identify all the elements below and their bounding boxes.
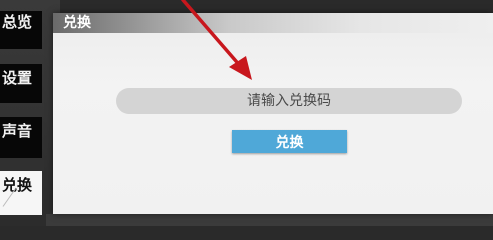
redeem-code-input[interactable] xyxy=(116,88,462,114)
sidebar-item-sound[interactable]: 声音 xyxy=(0,117,42,158)
panel-header: 兑换 xyxy=(53,13,493,33)
sidebar-item-settings[interactable]: 设置 xyxy=(0,64,42,103)
panel-title: 兑换 xyxy=(63,15,91,31)
sidebar-item-label: 设置 xyxy=(2,69,33,87)
sidebar-item-redeem[interactable]: 兑换 xyxy=(0,171,42,215)
sidebar-item-overview[interactable]: 总览 xyxy=(0,11,42,49)
sidebar-item-label: 总览 xyxy=(2,13,33,31)
settings-sidebar: 总览 设置 声音 兑换 xyxy=(0,0,46,226)
background-bottom xyxy=(46,214,493,226)
redeem-button[interactable]: 兑换 xyxy=(232,130,347,153)
redeem-panel: 兑换 兑换 xyxy=(53,13,493,214)
sidebar-item-label: 声音 xyxy=(2,122,33,140)
sidebar-item-label: 兑换 xyxy=(2,176,33,194)
